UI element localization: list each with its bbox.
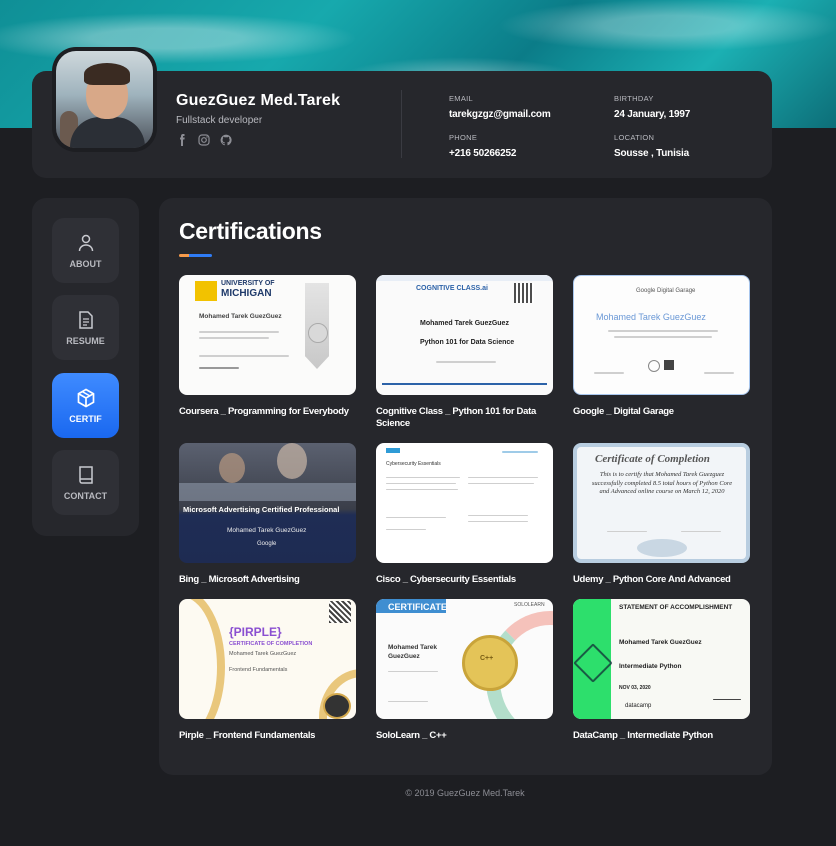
github-icon[interactable] (220, 134, 232, 146)
location-info: LOCATION Sousse , Tunisia (614, 133, 689, 159)
certificate-caption[interactable]: Pirple _ Frontend Fundamentals (179, 730, 356, 742)
certificate-card[interactable]: Google Digital Garage Mohamed Tarek Guez… (573, 275, 750, 418)
certificate-card[interactable]: Cybersecurity Essentials Cisco _ Cyberse… (376, 443, 553, 586)
certifications-panel: Certifications UNIVERSITY OF MICHIGAN Mo… (159, 198, 772, 775)
certificate-thumbnail[interactable]: {PIRPLE} CERTIFICATE OF COMPLETION Moham… (179, 599, 356, 719)
certificate-caption[interactable]: Google _ Digital Garage (573, 406, 750, 418)
certificate-card[interactable]: Certificate of Completion This is to cer… (573, 443, 750, 586)
qr-code-icon (514, 283, 534, 303)
phone-info: PHONE +216 50266252 (449, 133, 517, 159)
nav-certif-button[interactable]: CERTIF (52, 373, 119, 438)
title-underline (179, 254, 212, 257)
certificate-thumbnail[interactable]: Google Digital Garage Mohamed Tarek Guez… (573, 275, 750, 395)
profile-divider (401, 90, 402, 158)
footer-copyright: © 2019 GuezGuez Med.Tarek (405, 788, 525, 798)
certificate-thumbnail[interactable]: UNIVERSITY OF MICHIGAN Mohamed Tarek Gue… (179, 275, 356, 395)
nav-contact-button[interactable]: CONTACT (52, 450, 119, 515)
certificate-caption[interactable]: DataCamp _ Intermediate Python (573, 730, 750, 742)
page-title: Certifications (179, 218, 322, 244)
birthday-info: BIRTHDAY 24 January, 1997 (614, 94, 691, 120)
instagram-icon[interactable] (198, 134, 210, 146)
cube-icon (77, 388, 94, 407)
birthday-value: 24 January, 1997 (614, 109, 691, 120)
qr-code-icon (329, 601, 351, 623)
certificate-card[interactable]: COGNITIVE CLASS.ai Mohamed Tarek GuezGue… (376, 275, 553, 430)
certificate-card[interactable]: {PIRPLE} CERTIFICATE OF COMPLETION Moham… (179, 599, 356, 742)
michigan-logo (195, 281, 217, 301)
certificate-caption[interactable]: Cognitive Class _ Python 101 for Data Sc… (376, 406, 553, 430)
certificate-caption[interactable]: Udemy _ Python Core And Advanced (573, 574, 750, 586)
certificate-caption[interactable]: Cisco _ Cybersecurity Essentials (376, 574, 553, 586)
certificate-thumbnail[interactable]: Microsoft Advertising Certified Professi… (179, 443, 356, 563)
certificate-caption[interactable]: Bing _ Microsoft Advertising (179, 574, 356, 586)
nav-about-button[interactable]: ABOUT (52, 218, 119, 283)
profile-name: GuezGuez Med.Tarek (176, 92, 341, 109)
certificate-caption[interactable]: Coursera _ Programming for Everybody (179, 406, 356, 418)
sidebar-nav: ABOUT RESUME CERTIF CONTACT (32, 198, 139, 536)
book-icon (78, 465, 93, 484)
certificate-thumbnail[interactable]: COGNITIVE CLASS.ai Mohamed Tarek GuezGue… (376, 275, 553, 395)
certificate-card[interactable]: UNIVERSITY OF MICHIGAN Mohamed Tarek Gue… (179, 275, 356, 418)
certificate-card[interactable]: Microsoft Advertising Certified Professi… (179, 443, 356, 586)
profile-role: Fullstack developer (176, 115, 263, 126)
certificate-card[interactable]: CERTIFICATE SOLOLEARN C++ Mohamed Tarek … (376, 599, 553, 742)
certificate-card[interactable]: STATEMENT OF ACCOMPLISHMENT Mohamed Tare… (573, 599, 750, 742)
email-info: EMAIL tarekgzgz@gmail.com (449, 94, 551, 120)
user-icon (78, 234, 93, 251)
email-value[interactable]: tarekgzgz@gmail.com (449, 109, 551, 120)
certificate-thumbnail[interactable]: STATEMENT OF ACCOMPLISHMENT Mohamed Tare… (573, 599, 750, 719)
nav-resume-button[interactable]: RESUME (52, 295, 119, 360)
document-icon (78, 310, 93, 329)
certificate-thumbnail[interactable]: Cybersecurity Essentials (376, 443, 553, 563)
avatar (52, 47, 157, 152)
certificate-thumbnail[interactable]: Certificate of Completion This is to cer… (573, 443, 750, 563)
social-links (176, 134, 232, 146)
facebook-icon[interactable] (176, 134, 188, 146)
certificate-thumbnail[interactable]: CERTIFICATE SOLOLEARN C++ Mohamed Tarek … (376, 599, 553, 719)
location-value: Sousse , Tunisia (614, 148, 689, 159)
certificate-caption[interactable]: SoloLearn _ C++ (376, 730, 553, 742)
phone-value[interactable]: +216 50266252 (449, 148, 516, 159)
